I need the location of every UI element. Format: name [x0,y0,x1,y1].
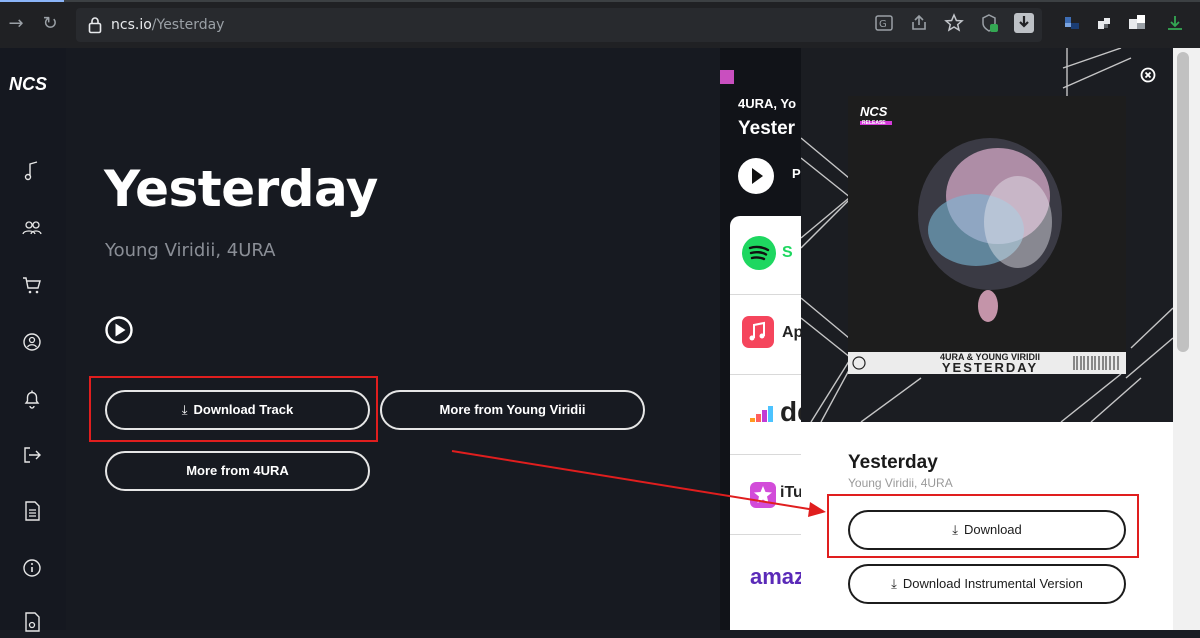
extension-pixel-icon-2[interactable] [1094,13,1114,33]
stream-artists: 4URA, Yo [738,96,797,111]
streaming-links-panel: 4URA, Yo Yester P S Ap de iTu amaz [720,48,802,630]
track-title: Yesterday [104,160,378,218]
service-itunes-text: iTu [780,484,802,501]
itunes-icon [750,482,776,508]
cover-ncs-logo: NCS [860,104,888,119]
play-icon[interactable] [104,315,134,345]
lock-icon [88,17,102,34]
stream-play-label: P [792,166,801,181]
ncs-sidebar: NCS [0,48,66,632]
service-row-amazon[interactable]: amaz [730,536,802,615]
ncs-logo[interactable]: NCS [9,74,47,95]
service-deezer-text: de [780,396,802,427]
more-4ura-label: More from 4URA [186,463,289,478]
service-row-itunes[interactable]: iTu [730,456,802,535]
extension-pixel-icon-1[interactable] [1063,13,1083,33]
address-bar[interactable]: ncs.io/Yesterday G [76,8,1042,42]
stream-play-icon[interactable] [738,158,774,194]
cover-artwork [848,96,1126,374]
modal-artists: Young Viridii, 4URA [848,476,953,490]
forward-icon[interactable]: → [4,12,28,36]
cart-icon[interactable] [21,274,43,296]
album-cover: NCS RELEASE 4URA & YOUNG VIRIDII YESTERD… [848,96,1126,374]
page-scrollbar[interactable] [1173,48,1200,630]
service-amazon-text: amaz [750,564,802,589]
service-row-spotify[interactable]: S [730,216,802,295]
badge-fragment [720,70,734,84]
logout-icon[interactable] [21,444,43,466]
url-text: ncs.io/Yesterday [111,17,224,33]
more-from-4ura-button[interactable]: More from 4URA [105,451,370,491]
svg-text:G: G [879,19,887,30]
music-note-icon[interactable] [21,160,43,182]
extension-pixel-icon-3[interactable] [1127,13,1147,33]
track-main-panel: Yesterday Young Viridii, 4URA ⤓ Download … [66,48,720,630]
close-icon[interactable] [1140,67,1156,83]
star-icon[interactable] [944,13,964,33]
share-icon[interactable] [909,13,929,33]
bell-icon[interactable] [21,388,43,410]
modal-title: Yesterday [848,452,938,473]
service-spotify-text: S [782,244,793,261]
document-icon[interactable] [21,500,43,522]
browser-toolbar: → ↻ ncs.io/Yesterday G [0,0,1200,48]
tab-strip-line [0,0,1200,2]
download-extension-icon[interactable] [1013,12,1035,34]
users-icon[interactable] [21,217,43,239]
deezer-icon [750,406,773,422]
highlight-box-download-track [89,376,378,442]
reload-icon[interactable]: ↻ [38,12,62,36]
download-instrumental-button[interactable]: ⤓ Download Instrumental Version [848,564,1126,604]
scrollbar-thumb[interactable] [1177,52,1189,352]
spotify-icon [742,236,776,270]
cover-title: YESTERDAY [941,360,1039,374]
highlight-box-modal-download [827,494,1139,558]
modal-art-background: NCS RELEASE 4URA & YOUNG VIRIDII YESTERD… [801,48,1173,422]
active-tab-indicator [0,0,64,2]
stream-title: Yester [738,118,796,139]
service-apple-text: Ap [782,324,802,341]
service-list: S Ap de iTu amaz [730,216,802,630]
download-icon: ⤓ [891,577,897,592]
cover-release-badge: RELEASE [862,120,886,126]
more-young-label: More from Young Viridii [439,402,586,417]
extension-shield-icon[interactable] [979,13,999,33]
url-path: /Yesterday [151,17,225,33]
apple-music-icon [742,316,774,348]
info-icon[interactable] [21,557,43,579]
user-circle-icon[interactable] [21,331,43,353]
url-host: ncs.io [111,17,152,33]
service-row-apple-music[interactable]: Ap [730,296,802,375]
service-row-deezer[interactable]: de [730,376,802,455]
downloads-icon[interactable] [1165,13,1185,33]
more-from-young-viridii-button[interactable]: More from Young Viridii [380,390,645,430]
track-artists: Young Viridii, 4URA [105,240,276,261]
instrumental-label: Download Instrumental Version [902,576,1083,591]
translate-icon[interactable]: G [874,13,894,33]
